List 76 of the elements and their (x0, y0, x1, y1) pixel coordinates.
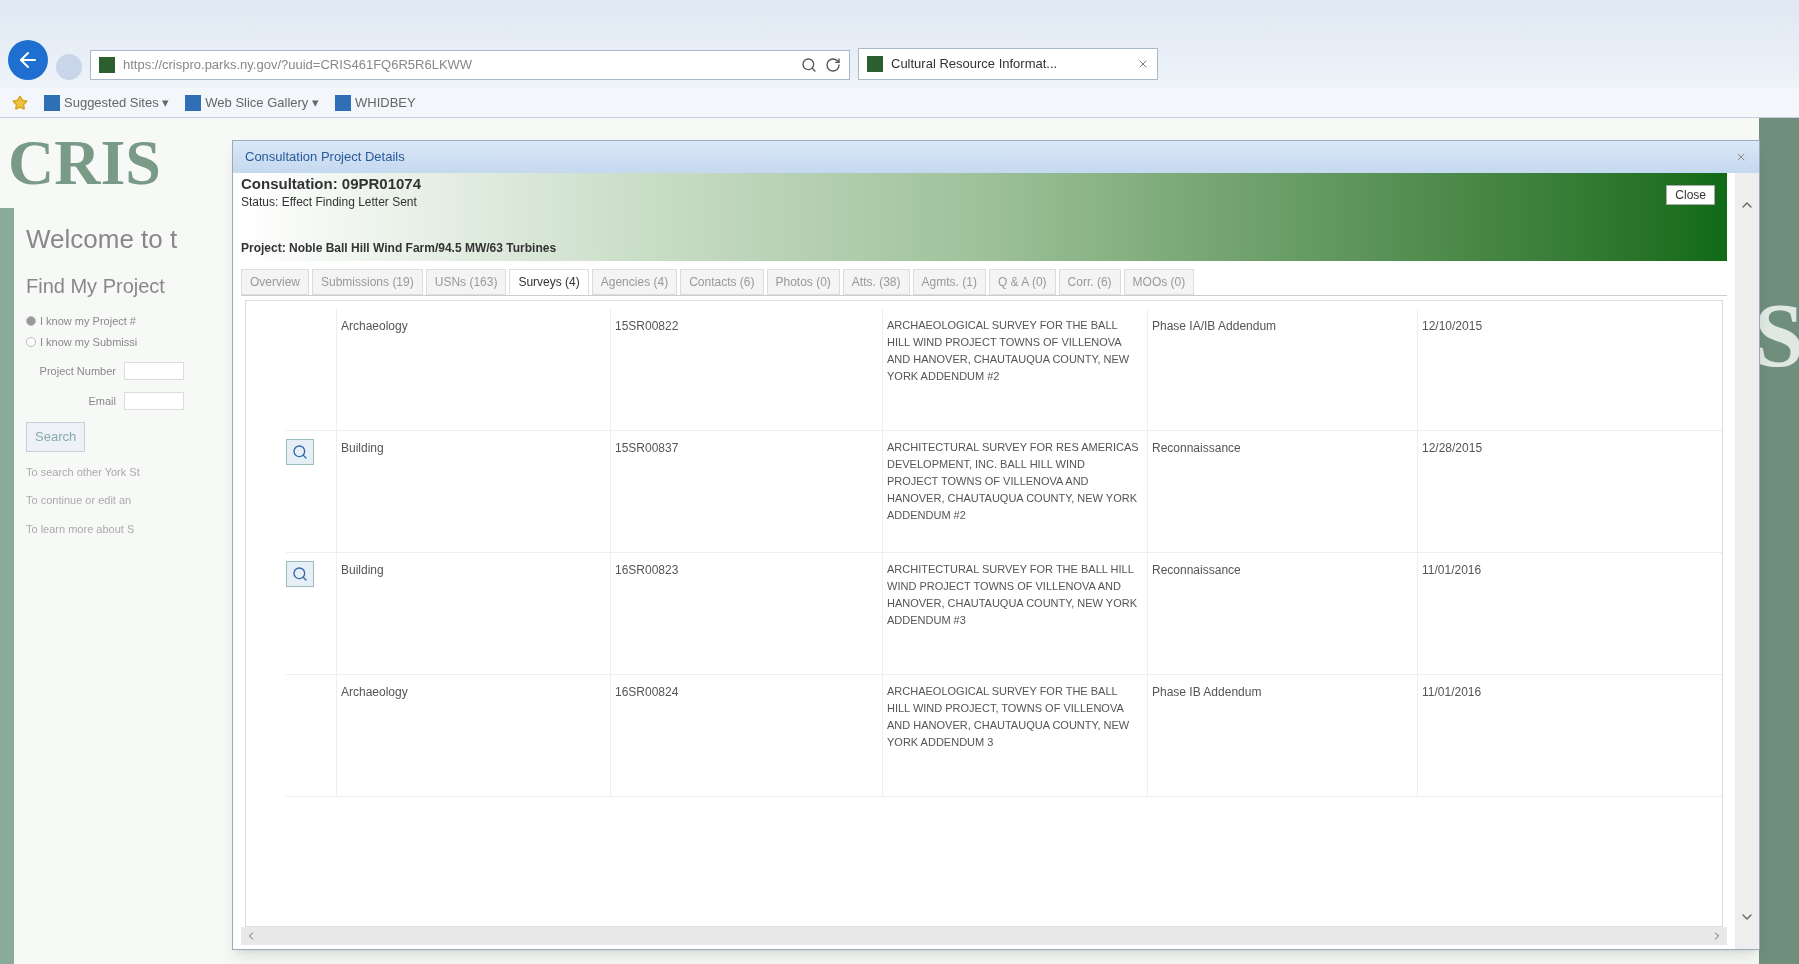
tab[interactable]: Surveys (4) (509, 269, 589, 295)
field-label: Email (87, 393, 116, 409)
table-cell: 11/01/2016 (1417, 553, 1722, 674)
search-button[interactable]: Search (26, 422, 86, 452)
table-cell: 16SR00824 (610, 675, 882, 796)
tab[interactable]: Agencies (4) (591, 269, 678, 295)
table-cell: Reconnaissance (1147, 431, 1417, 552)
vertical-scrollbar[interactable] (1735, 173, 1759, 949)
tab[interactable]: Q & A (0) (988, 269, 1056, 295)
dialog-title: Consultation Project Details (245, 148, 405, 167)
search-icon (292, 444, 308, 460)
search-icon[interactable] (801, 57, 817, 73)
table-cell: Building (336, 431, 610, 552)
favorite-icon (185, 94, 202, 111)
logo-text: CRIS (7, 126, 162, 200)
tab[interactable]: Contacts (6) (680, 269, 764, 295)
table-cell: Building (336, 553, 610, 674)
horizontal-scrollbar[interactable] (241, 927, 1727, 945)
radio-button[interactable] (26, 336, 36, 347)
tab[interactable]: Submissions (19) (312, 269, 423, 295)
table-cell: 15SR00822 (610, 309, 882, 430)
tab[interactable]: Agmts. (1) (912, 269, 986, 295)
favorite-icon (335, 94, 351, 111)
radio-button[interactable] (26, 316, 36, 327)
close-icon[interactable] (1137, 58, 1149, 70)
table-cell: 12/28/2015 (1417, 431, 1722, 552)
consultation-heading: Consultation: 09PR01074 (241, 177, 422, 189)
refresh-icon[interactable] (825, 57, 841, 73)
field-label: Project Number (38, 363, 116, 379)
site-icon (867, 56, 883, 72)
table-cell: Phase IB Addendum (1147, 675, 1417, 796)
favorites-star-icon[interactable] (12, 94, 28, 111)
table-cell: 11/01/2016 (1417, 675, 1722, 796)
tab[interactable]: USNs (163) (425, 269, 507, 295)
table-cell: ARCHITECTURAL SURVEY FOR RES AMERICAS DEVELOPMENT, INC. BALL HILL WIND PROJECT TOWNS OF VILLENOVA AND HANOVER, CHAUTAUQUA COUNTY, NEW YORK ADDENDUM #2 (882, 431, 1147, 552)
favorites-link[interactable]: WHIDBEY (335, 92, 416, 113)
help-text: To search other York St (26, 464, 141, 480)
view-button[interactable] (286, 561, 314, 587)
back-button[interactable] (8, 40, 48, 80)
radio-label: I know my Submissi (40, 334, 138, 350)
radio-label: I know my Project # (40, 314, 136, 329)
table-cell: Archaeology (336, 675, 610, 796)
table-cell: 15SR00837 (610, 431, 882, 552)
address-bar[interactable]: https://crispro.parks.ny.gov/?uuid=CRIS461FQ6R5R6LKWW (90, 50, 850, 80)
url-text: https://crispro.parks.ny.gov/?uuid=CRIS461FQ6R5R6LKWW (123, 56, 474, 75)
favorites-link[interactable]: Suggested Sites ▾ (44, 92, 170, 113)
close-button[interactable]: Close (1666, 185, 1715, 205)
input-field[interactable] (124, 392, 184, 410)
view-button[interactable] (286, 439, 314, 465)
tab[interactable]: Atts. (38) (842, 269, 910, 295)
project-title: Project: Noble Ball Hill Wind Farm/94.5 MW/63 Turbines (241, 240, 558, 257)
tab[interactable]: Overview (241, 269, 309, 295)
help-text: To continue or edit an (26, 493, 133, 508)
tab[interactable]: MOOs (0) (1123, 269, 1195, 295)
table-cell: ARCHITECTURAL SURVEY FOR THE BALL HILL WIND PROJECT TOWNS OF VILLENOVA AND HANOVER, CHAUTAUQUA COUNTY, NEW YORK ADDENDUM #3 (882, 553, 1147, 674)
help-text: To learn more about S (26, 521, 136, 537)
table-cell: 16SR00823 (610, 553, 882, 674)
table-cell: ARCHAEOLOGICAL SURVEY FOR THE BALL HILL WIND PROJECT TOWNS OF VILLENOVA AND HANOVER, CHAUTAUQUA COUNTY, NEW YORK ADDENDUM #2 (882, 309, 1147, 430)
table-cell: 12/10/2015 (1417, 309, 1722, 430)
status-text: Status: Effect Finding Letter Sent (241, 194, 418, 211)
section-heading: Find My Project (26, 274, 166, 299)
table-cell: ARCHAEOLOGICAL SURVEY FOR THE BALL HILL WIND PROJECT, TOWNS OF VILLENOVA AND HANOVER, CHAUTAUQUA COUNTY, NEW YORK ADDENDUM 3 (882, 675, 1147, 796)
input-field[interactable] (124, 362, 184, 380)
tab[interactable]: Photos (0) (766, 269, 840, 295)
tab-title: Cultural Resource Informat... (891, 55, 1059, 74)
site-icon (99, 57, 115, 73)
welcome-heading: Welcome to t (26, 223, 179, 256)
tab[interactable]: Corr. (6) (1058, 269, 1121, 295)
search-icon (292, 566, 308, 582)
favorites-link[interactable]: Web Slice Gallery ▾ (185, 92, 319, 113)
table-cell: Phase IA/IB Addendum (1147, 309, 1417, 430)
browser-tab[interactable]: Cultural Resource Informat... (858, 48, 1158, 80)
table-cell: Archaeology (336, 309, 610, 430)
favorite-icon (44, 94, 60, 111)
table-cell: Reconnaissance (1147, 553, 1417, 674)
close-icon[interactable] (1735, 151, 1747, 163)
